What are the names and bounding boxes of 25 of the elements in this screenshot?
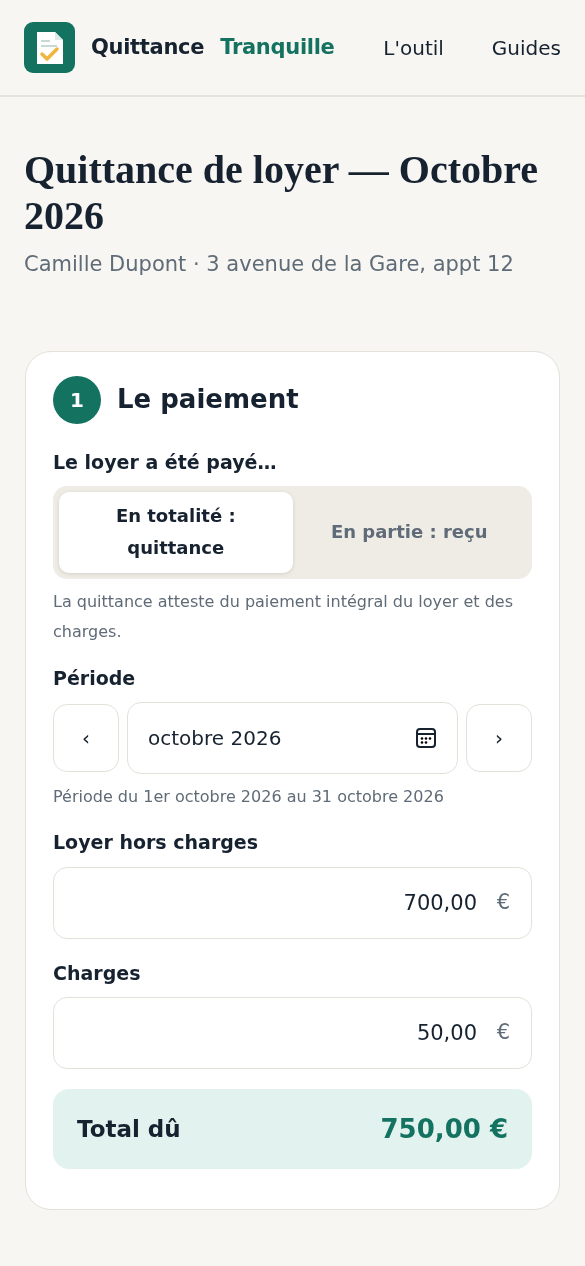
segment-option[interactable]: En partie : reçu: [292, 492, 526, 573]
calendar-icon[interactable]: [415, 727, 437, 750]
step-number: 1: [53, 375, 101, 424]
brand-name[interactable]: Quittance: [91, 31, 205, 64]
previous-button[interactable]: ‹: [53, 704, 119, 773]
field-label: Loyer hors charges: [53, 830, 260, 856]
brand-name[interactable]: Tranquille: [220, 31, 335, 64]
segment-option[interactable]: En totalité : quittance: [59, 492, 293, 573]
help-text: La quittance atteste du paiement intégral du loyer et des charges.: [53, 590, 514, 644]
field-label: Charges: [53, 960, 142, 986]
currency-unit: €: [496, 889, 510, 917]
nav-link[interactable]: L'outil: [383, 32, 444, 63]
logo-icon[interactable]: [24, 22, 75, 73]
help-text: Période du 1er octobre 2026 au 31 octobre 2026: [53, 786, 445, 809]
currency-unit: €: [496, 1019, 510, 1047]
nav-link[interactable]: Guides: [491, 32, 561, 63]
total-label: Total dû: [77, 1115, 181, 1145]
field-label: Le loyer a été payé…: [53, 449, 278, 475]
total-amount: 750,00 €: [380, 1112, 508, 1146]
section-title: Le paiement: [117, 383, 299, 416]
field-label: Période: [53, 665, 137, 691]
next-button[interactable]: ›: [466, 704, 532, 773]
period-field[interactable]: octobre 2026: [127, 702, 458, 775]
page-title: Quittance de loyer — Octobre 2026: [24, 147, 539, 239]
page-subtitle: Camille Dupont · 3 avenue de la Gare, appt 12: [24, 251, 515, 278]
